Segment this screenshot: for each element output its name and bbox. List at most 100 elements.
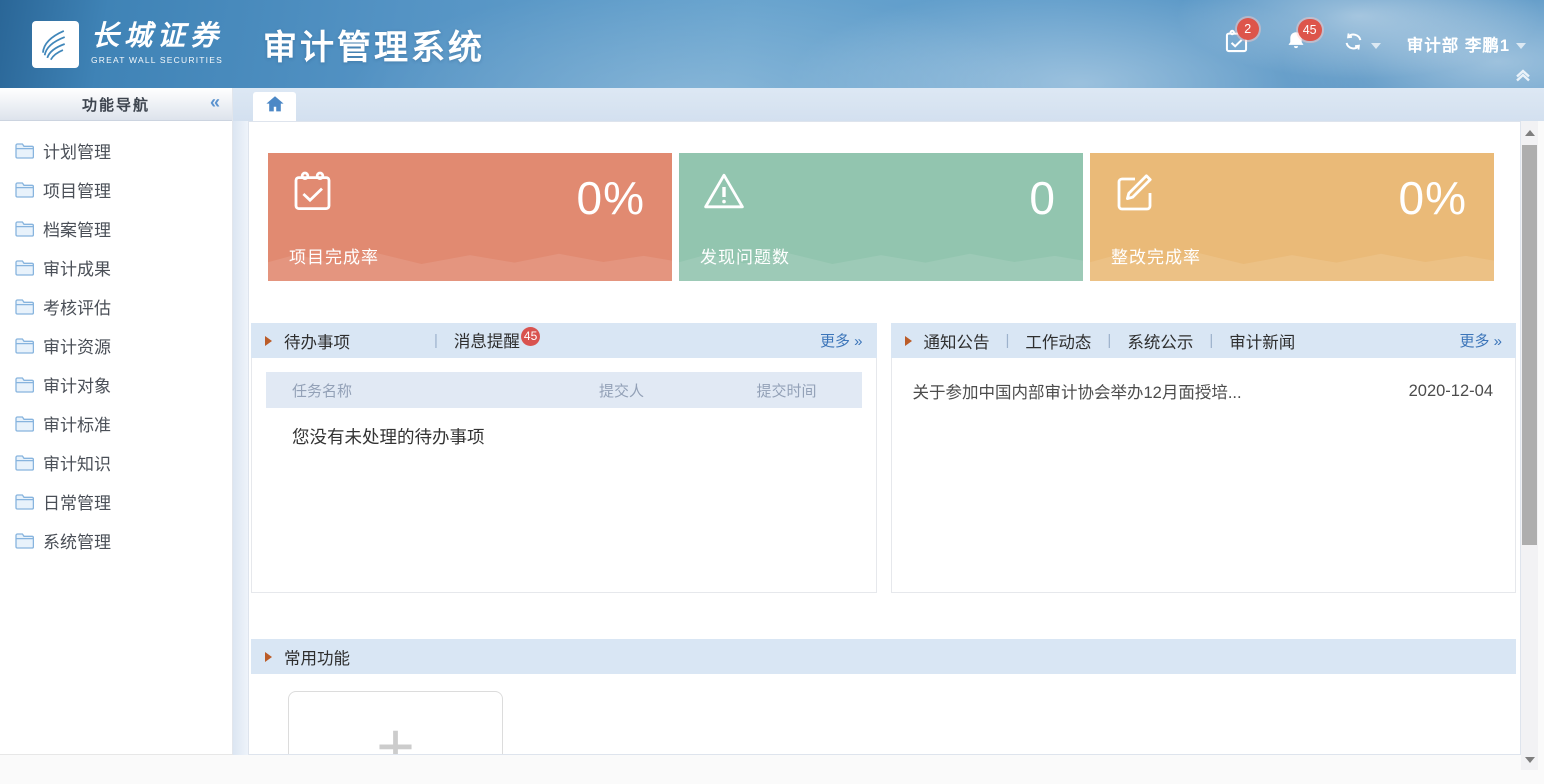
user-menu[interactable]: 审计部 李鹏1 — [1407, 32, 1526, 56]
column-submitter: 提交人 — [532, 380, 712, 401]
todo-panel: 待办事项 | 消息提醒45 更多 » 任务名称 提交人 提交时间 您没有未处理的… — [251, 323, 877, 593]
tab-message-reminders[interactable]: 消息提醒45 — [454, 328, 540, 353]
folder-icon — [15, 338, 34, 354]
folder-icon — [15, 299, 34, 315]
bell-icon — [1284, 41, 1308, 58]
todo-table-header: 任务名称 提交人 提交时间 — [266, 372, 862, 408]
sidebar-item-label: 项目管理 — [43, 177, 111, 202]
sidebar-item-label: 审计标准 — [43, 411, 111, 436]
folder-icon — [15, 143, 34, 159]
notice-more-link[interactable]: 更多 » — [1459, 330, 1502, 351]
tab-todo-items[interactable]: 待办事项 — [284, 329, 350, 353]
sidebar-collapse-button[interactable]: « — [210, 92, 220, 113]
add-shortcut-button[interactable]: + — [288, 691, 503, 755]
scrollbar-thumb[interactable] — [1522, 145, 1537, 545]
task-count-badge[interactable]: 2 — [1237, 18, 1259, 40]
notification-count-badge[interactable]: 45 — [1298, 19, 1322, 41]
todo-more-link[interactable]: 更多 » — [820, 330, 863, 351]
chevron-down-icon — [1371, 43, 1381, 49]
tab-message-label: 消息提醒 — [454, 333, 520, 351]
triangle-bullet-icon — [265, 652, 272, 662]
shortcuts-body: + — [251, 674, 1516, 755]
sidebar-item-label: 审计资源 — [43, 333, 111, 358]
notice-panel-header: 通知公告 | 工作动态 | 系统公示 | 审计新闻 更多 » — [891, 323, 1517, 358]
calendar-check-icon — [289, 168, 337, 221]
sidebar-item-audit-knowledge[interactable]: 审计知识 — [0, 443, 232, 482]
tab-separator: | — [1006, 332, 1010, 349]
sidebar-item-project-management[interactable]: 项目管理 — [0, 170, 232, 209]
main-content: 0% 项目完成率 0 发现问题数 — [248, 121, 1521, 755]
notification-button[interactable]: 45 — [1284, 29, 1308, 59]
stat-label: 项目完成率 — [289, 243, 379, 268]
sidebar-item-archive-management[interactable]: 档案管理 — [0, 209, 232, 248]
folder-icon — [15, 455, 34, 471]
tab-audit-news[interactable]: 审计新闻 — [1229, 329, 1295, 353]
brand-name-en: GREAT WALL SECURITIES — [91, 55, 223, 65]
tab-notices[interactable]: 通知公告 — [924, 329, 990, 353]
tab-strip — [233, 88, 1544, 121]
task-button[interactable]: 2 — [1223, 28, 1250, 60]
message-count-badge: 45 — [521, 327, 540, 346]
chevron-down-icon — [1516, 43, 1526, 49]
todo-panel-header: 待办事项 | 消息提醒45 更多 » — [251, 323, 877, 358]
folder-icon — [15, 182, 34, 198]
stat-label: 整改完成率 — [1111, 243, 1201, 268]
app-header: 长城证券 GREAT WALL SECURITIES 审计管理系统 2 — [0, 0, 1544, 88]
notice-panel: 通知公告 | 工作动态 | 系统公示 | 审计新闻 更多 » 关于参加中国内部审… — [891, 323, 1517, 593]
collapse-header-button[interactable] — [1514, 69, 1532, 87]
brand-text: 长城证券 GREAT WALL SECURITIES — [91, 23, 223, 65]
calendar-check-icon — [1223, 42, 1250, 59]
dashboard-panels-row: 待办事项 | 消息提醒45 更多 » 任务名称 提交人 提交时间 您没有未处理的… — [251, 323, 1516, 593]
home-icon — [265, 95, 285, 118]
sidebar-item-label: 日常管理 — [43, 489, 111, 514]
sidebar-item-system-management[interactable]: 系统管理 — [0, 521, 232, 560]
sidebar-item-audit-standards[interactable]: 审计标准 — [0, 404, 232, 443]
folder-icon — [15, 260, 34, 276]
sidebar-item-audit-resources[interactable]: 审计资源 — [0, 326, 232, 365]
tab-separator: | — [1107, 332, 1111, 349]
user-name: 审计部 李鹏1 — [1407, 32, 1510, 56]
folder-icon — [15, 221, 34, 237]
shortcuts-title: 常用功能 — [284, 645, 350, 669]
sidebar-title: 功能导航 — [82, 94, 150, 115]
list-item[interactable]: 关于参加中国内部审计协会举办12月面授培... 2020-12-04 — [892, 358, 1516, 403]
page-title: 审计管理系统 — [263, 20, 485, 69]
todo-empty-message: 您没有未处理的待办事项 — [292, 424, 876, 449]
shortcuts-panel-header: 常用功能 — [251, 639, 1516, 674]
vertical-scrollbar[interactable] — [1521, 121, 1538, 770]
brand-logo: 长城证券 GREAT WALL SECURITIES — [32, 21, 223, 68]
scroll-down-button[interactable] — [1521, 752, 1538, 768]
notice-title[interactable]: 关于参加中国内部审计协会举办12月面授培... — [913, 379, 1409, 403]
plus-icon: + — [376, 713, 415, 756]
tab-system-announcements[interactable]: 系统公示 — [1127, 329, 1193, 353]
stat-value: 0 — [1029, 171, 1056, 225]
sidebar-item-daily-management[interactable]: 日常管理 — [0, 482, 232, 521]
column-task-name: 任务名称 — [266, 380, 532, 401]
sidebar-item-label: 考核评估 — [43, 294, 111, 319]
warning-icon — [700, 168, 748, 221]
tab-work-updates[interactable]: 工作动态 — [1025, 329, 1091, 353]
tab-home[interactable] — [253, 92, 296, 121]
refresh-menu[interactable] — [1342, 30, 1381, 58]
triangle-bullet-icon — [905, 336, 912, 346]
sidebar-item-label: 审计对象 — [43, 372, 111, 397]
tab-separator: | — [434, 332, 438, 349]
sidebar-item-label: 审计知识 — [43, 450, 111, 475]
greatwall-logo-icon — [32, 21, 79, 68]
triangle-up-icon — [1525, 130, 1535, 136]
column-submit-time: 提交时间 — [712, 380, 862, 401]
stat-value: 0% — [577, 171, 645, 225]
sidebar-item-audit-results[interactable]: 审计成果 — [0, 248, 232, 287]
stat-card-rectification-completion: 0% 整改完成率 — [1090, 153, 1494, 281]
scroll-up-button[interactable] — [1521, 125, 1538, 141]
sidebar-item-label: 档案管理 — [43, 216, 111, 241]
sidebar-item-assessment[interactable]: 考核评估 — [0, 287, 232, 326]
sidebar-header: 功能导航 « — [0, 88, 232, 121]
stat-value: 0% — [1399, 171, 1467, 225]
notice-date: 2020-12-04 — [1409, 382, 1493, 401]
sidebar-item-label: 系统管理 — [43, 528, 111, 553]
sidebar-item-plan-management[interactable]: 计划管理 — [0, 131, 232, 170]
sidebar-item-audit-objects[interactable]: 审计对象 — [0, 365, 232, 404]
header-actions: 2 45 — [1223, 28, 1544, 60]
refresh-icon — [1342, 30, 1365, 58]
